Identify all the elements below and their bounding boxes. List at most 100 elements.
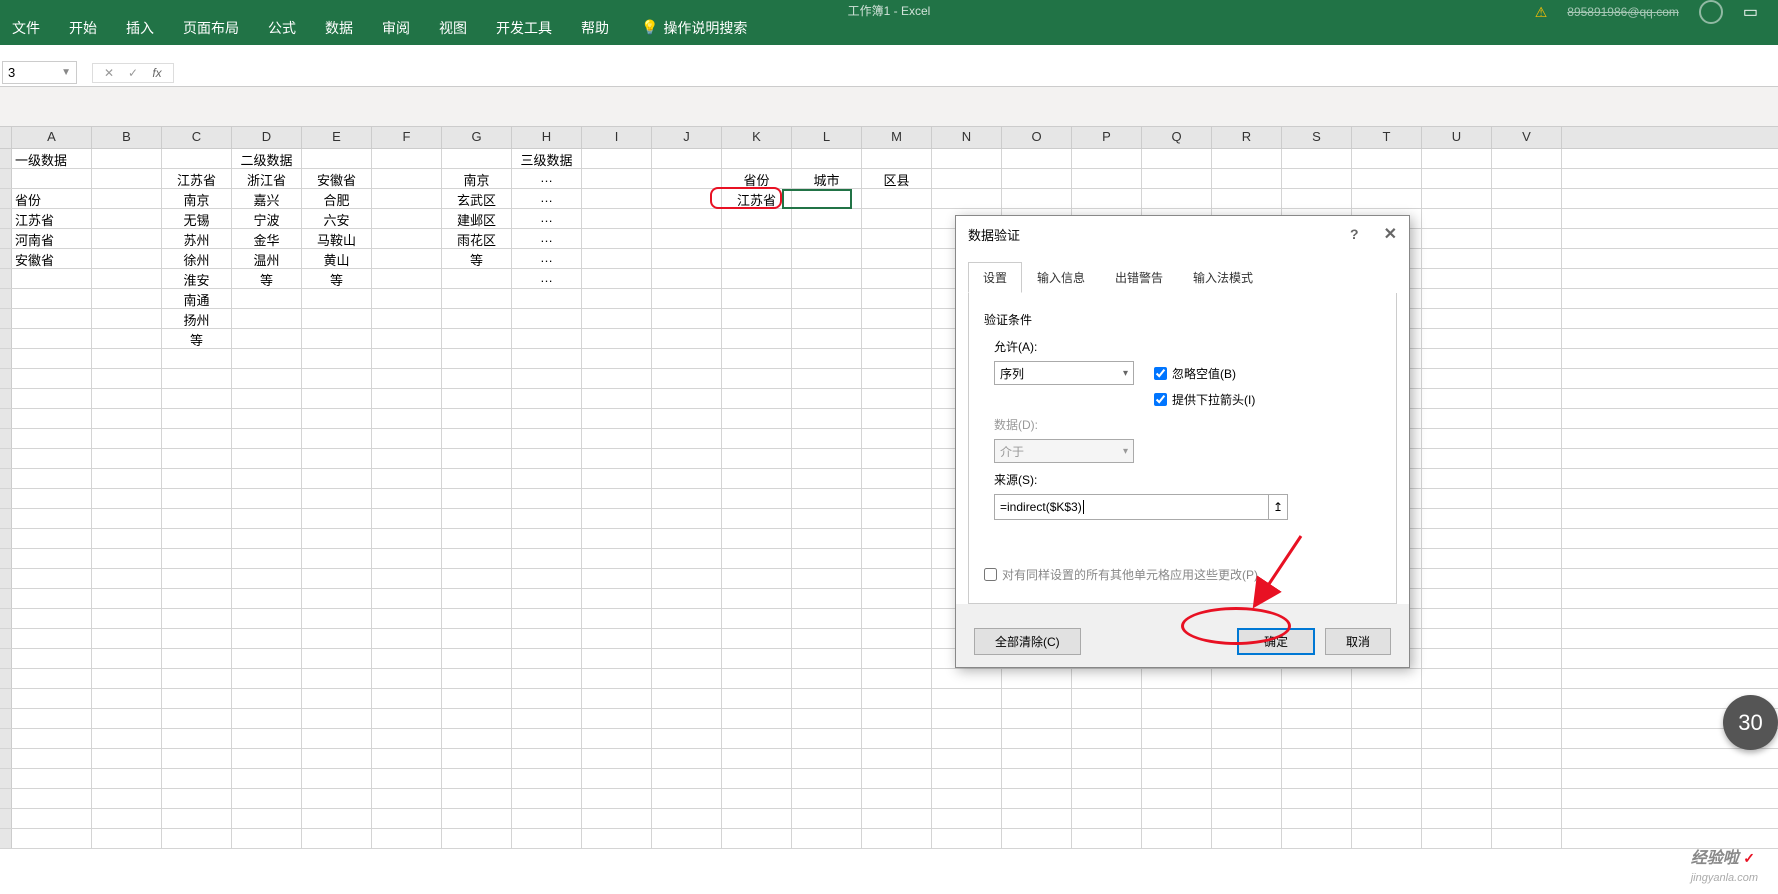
col-header[interactable]: L [792, 127, 862, 148]
row-header[interactable] [0, 829, 12, 848]
cell[interactable] [12, 609, 92, 628]
cell[interactable] [372, 489, 442, 508]
cell[interactable] [652, 669, 722, 688]
cell[interactable] [1492, 369, 1562, 388]
cell[interactable] [372, 829, 442, 848]
cell[interactable] [372, 709, 442, 728]
cell[interactable] [652, 689, 722, 708]
cell[interactable] [372, 329, 442, 348]
cell[interactable] [372, 589, 442, 608]
cell[interactable] [512, 729, 582, 748]
cell[interactable] [582, 569, 652, 588]
row-header[interactable] [0, 489, 12, 508]
row-header[interactable] [0, 249, 12, 268]
cell[interactable] [512, 609, 582, 628]
cell[interactable] [512, 809, 582, 828]
cell[interactable] [372, 529, 442, 548]
cell[interactable] [722, 349, 792, 368]
cell[interactable] [1282, 689, 1352, 708]
cell[interactable]: 省份 [12, 189, 92, 208]
cell[interactable]: … [512, 209, 582, 228]
cell[interactable] [582, 489, 652, 508]
cell[interactable] [582, 269, 652, 288]
cell[interactable] [792, 749, 862, 768]
cell[interactable] [1002, 729, 1072, 748]
cell[interactable] [302, 549, 372, 568]
cell[interactable] [512, 569, 582, 588]
cell[interactable] [582, 289, 652, 308]
tab-file[interactable]: 文件 [10, 13, 42, 43]
cell[interactable] [12, 329, 92, 348]
cell[interactable] [232, 369, 302, 388]
cell[interactable] [302, 729, 372, 748]
cell[interactable]: 等 [442, 249, 512, 268]
cell[interactable] [372, 669, 442, 688]
cell[interactable] [792, 289, 862, 308]
cell[interactable] [792, 709, 862, 728]
cell[interactable] [1352, 709, 1422, 728]
row-header[interactable] [0, 209, 12, 228]
cell[interactable] [722, 549, 792, 568]
row-header[interactable] [0, 669, 12, 688]
cell[interactable] [722, 649, 792, 668]
cell[interactable] [92, 809, 162, 828]
cell[interactable] [162, 469, 232, 488]
cell[interactable] [1422, 589, 1492, 608]
cell[interactable] [442, 449, 512, 468]
cell[interactable] [442, 729, 512, 748]
cell[interactable] [1422, 169, 1492, 188]
cell[interactable] [652, 449, 722, 468]
cell[interactable] [1492, 769, 1562, 788]
cell[interactable] [1002, 769, 1072, 788]
cell[interactable] [862, 429, 932, 448]
cell[interactable] [12, 489, 92, 508]
cell[interactable] [1422, 689, 1492, 708]
cell[interactable]: 省份 [722, 169, 792, 188]
cell[interactable] [862, 449, 932, 468]
cell[interactable] [582, 609, 652, 628]
cell[interactable] [442, 789, 512, 808]
cell[interactable] [442, 309, 512, 328]
cell[interactable] [862, 549, 932, 568]
cell[interactable] [792, 309, 862, 328]
dropdown-arrow-checkbox[interactable]: 提供下拉箭头(I) [1154, 391, 1255, 408]
cell[interactable] [372, 229, 442, 248]
cell[interactable] [92, 609, 162, 628]
cell[interactable]: 河南省 [12, 229, 92, 248]
cell[interactable] [792, 789, 862, 808]
cell[interactable] [302, 689, 372, 708]
cell[interactable] [92, 429, 162, 448]
cell[interactable] [1352, 769, 1422, 788]
cell[interactable] [792, 369, 862, 388]
cell[interactable] [1492, 789, 1562, 808]
cell[interactable] [652, 469, 722, 488]
col-header[interactable]: N [932, 127, 1002, 148]
cell[interactable] [862, 209, 932, 228]
cell[interactable] [372, 629, 442, 648]
cell[interactable] [652, 329, 722, 348]
cell[interactable] [512, 289, 582, 308]
cell[interactable] [722, 449, 792, 468]
cell[interactable] [792, 409, 862, 428]
cell[interactable] [302, 349, 372, 368]
cell[interactable] [1492, 749, 1562, 768]
cell[interactable] [92, 549, 162, 568]
cell[interactable] [652, 549, 722, 568]
cell[interactable] [722, 809, 792, 828]
cell[interactable]: 无锡 [162, 209, 232, 228]
cell[interactable] [302, 529, 372, 548]
cell[interactable] [1002, 789, 1072, 808]
cancel-formula-icon[interactable]: ✕ [98, 66, 120, 80]
cell[interactable] [1282, 829, 1352, 848]
cell[interactable] [1212, 189, 1282, 208]
cell[interactable] [1072, 829, 1142, 848]
cell[interactable] [232, 609, 302, 628]
cell[interactable] [582, 249, 652, 268]
cell[interactable] [932, 189, 1002, 208]
cell[interactable] [1142, 669, 1212, 688]
row-header[interactable] [0, 589, 12, 608]
cell[interactable] [302, 669, 372, 688]
tab-insert[interactable]: 插入 [124, 13, 156, 43]
cell[interactable] [442, 769, 512, 788]
cell[interactable] [512, 409, 582, 428]
